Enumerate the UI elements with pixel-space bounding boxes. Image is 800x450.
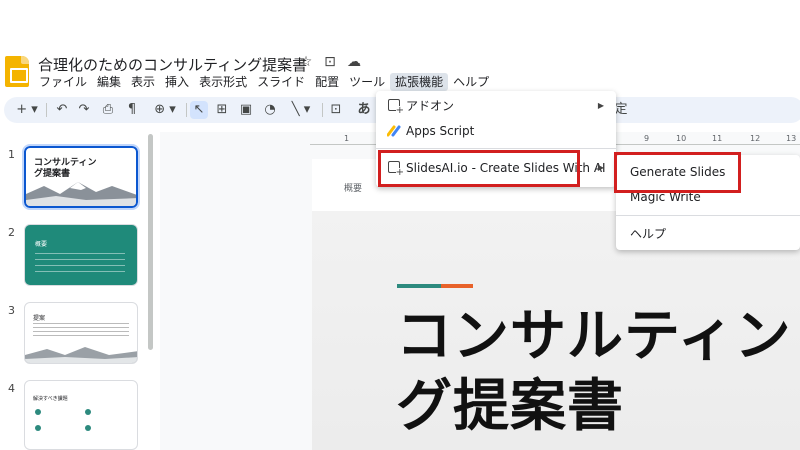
image-icon[interactable]: ▣ bbox=[238, 101, 254, 119]
slide-filmstrip: 1 コンサルティン グ提案書 2 概要 3 提案 4 解決すべき課題 bbox=[0, 132, 158, 450]
print-icon[interactable]: ⎙ bbox=[100, 101, 116, 119]
slide-thumbnail-2[interactable]: 概要 bbox=[24, 224, 138, 286]
ruler-tick: 9 bbox=[644, 134, 650, 143]
ruler-tick: 12 bbox=[750, 134, 761, 143]
slide-number: 1 bbox=[8, 148, 15, 161]
menu-view[interactable]: 表示 bbox=[126, 73, 160, 91]
menu-format[interactable]: 表示形式 bbox=[194, 73, 252, 91]
document-title[interactable]: 合理化のためのコンサルティング提案書 bbox=[38, 54, 307, 75]
menu-item-help[interactable]: ヘルプ bbox=[630, 221, 800, 247]
menu-help[interactable]: ヘルプ bbox=[448, 73, 494, 91]
mountain-image-icon bbox=[25, 347, 137, 363]
paint-format-icon[interactable]: ¶ bbox=[124, 101, 140, 119]
slide-thumbnail-1[interactable]: コンサルティン グ提案書 bbox=[22, 144, 140, 210]
slide-number: 3 bbox=[8, 304, 15, 317]
menu-item-add-ons[interactable]: アドオン ▶ bbox=[376, 93, 616, 119]
slide-title[interactable]: コンサルティン グ提案書 bbox=[396, 302, 792, 442]
bullet-dot-icon bbox=[35, 409, 41, 415]
menu-edit[interactable]: 編集 bbox=[92, 73, 126, 91]
accent-bar bbox=[397, 284, 473, 288]
submenu-arrow-icon: ▶ bbox=[597, 163, 604, 172]
thumbnail-text-lines bbox=[33, 323, 129, 337]
title-actions: ☆ ⊡ ☁ bbox=[298, 54, 362, 70]
star-icon[interactable]: ☆ bbox=[298, 54, 314, 70]
accent-bar-orange bbox=[441, 284, 473, 288]
menu-bar: ファイル 編集 表示 挿入 表示形式 スライド 配置 ツール 拡張機能 ヘルプ bbox=[34, 73, 494, 91]
menu-arrange[interactable]: 配置 bbox=[310, 73, 344, 91]
slide-nav-link: 概要 bbox=[344, 184, 363, 194]
cloud-status-icon[interactable]: ☁ bbox=[346, 54, 362, 70]
ruler-tick: 13 bbox=[786, 134, 797, 143]
toolbar-divider bbox=[46, 103, 47, 117]
thumbnail-title: コンサルティン グ提案書 bbox=[34, 158, 97, 179]
comment-icon[interactable]: ⊡ bbox=[328, 101, 344, 119]
partial-toolbar-label[interactable]: 定 bbox=[614, 101, 628, 119]
new-slide-icon[interactable]: + ▾ bbox=[14, 101, 40, 119]
slide-title-line-1: コンサルティン bbox=[396, 304, 792, 369]
slide-number: 4 bbox=[8, 382, 15, 395]
menu-divider bbox=[616, 215, 800, 216]
menu-insert[interactable]: 挿入 bbox=[160, 73, 194, 91]
menu-tools[interactable]: ツール bbox=[344, 73, 390, 91]
slide-title-line-2: グ提案書 bbox=[396, 374, 624, 439]
toolbar-divider bbox=[322, 103, 323, 117]
menu-item-apps-script[interactable]: Apps Script bbox=[376, 118, 616, 144]
thumbnail-text-lines bbox=[35, 253, 125, 275]
menu-file[interactable]: ファイル bbox=[34, 73, 92, 91]
slide-number: 2 bbox=[8, 226, 15, 239]
thumbnail-title: 提案 bbox=[33, 315, 46, 322]
undo-icon[interactable]: ↶ bbox=[54, 101, 70, 119]
redo-icon[interactable]: ↷ bbox=[76, 101, 92, 119]
slides-window: 合理化のためのコンサルティング提案書 ☆ ⊡ ☁ ファイル 編集 表示 挿入 表… bbox=[0, 0, 800, 450]
text-box-icon[interactable]: ⊞ bbox=[214, 101, 230, 119]
slides-logo-icon[interactable] bbox=[5, 56, 29, 87]
bullet-dot-icon bbox=[85, 425, 91, 431]
submenu-arrow-icon: ▶ bbox=[597, 101, 604, 110]
zoom-icon[interactable]: ⊕ ▾ bbox=[150, 101, 180, 119]
move-to-folder-icon[interactable]: ⊡ bbox=[322, 54, 338, 70]
add-on-icon bbox=[388, 99, 404, 116]
ruler-tick: 1 bbox=[344, 134, 350, 143]
shape-icon[interactable]: ◔ bbox=[262, 101, 278, 119]
slide-thumbnail-3[interactable]: 提案 bbox=[24, 302, 138, 364]
apps-script-icon bbox=[387, 125, 401, 137]
mountain-image-icon bbox=[26, 182, 136, 206]
line-icon[interactable]: ╲ ▾ bbox=[288, 101, 314, 119]
menu-slide[interactable]: スライド bbox=[252, 73, 310, 91]
bullet-dot-icon bbox=[35, 425, 41, 431]
thumbnail-title: 解決すべき課題 bbox=[33, 396, 68, 402]
toolbar-divider bbox=[186, 103, 187, 117]
filmstrip-scrollbar[interactable] bbox=[148, 134, 153, 350]
highlight-box-generate-slides bbox=[614, 152, 741, 193]
menu-divider bbox=[376, 148, 616, 149]
menu-extensions[interactable]: 拡張機能 bbox=[390, 73, 449, 91]
font-glyph-icon[interactable]: あ bbox=[356, 101, 372, 119]
slide-thumbnail-4[interactable]: 解決すべき課題 bbox=[24, 380, 138, 450]
highlight-box-slidesai bbox=[378, 150, 580, 187]
ruler-tick: 10 bbox=[676, 134, 687, 143]
select-icon[interactable]: ↖ bbox=[190, 101, 208, 119]
thumbnail-title: 概要 bbox=[35, 241, 48, 248]
accent-bar-teal bbox=[397, 284, 441, 288]
bullet-dot-icon bbox=[85, 409, 91, 415]
ruler-tick: 11 bbox=[712, 134, 723, 143]
